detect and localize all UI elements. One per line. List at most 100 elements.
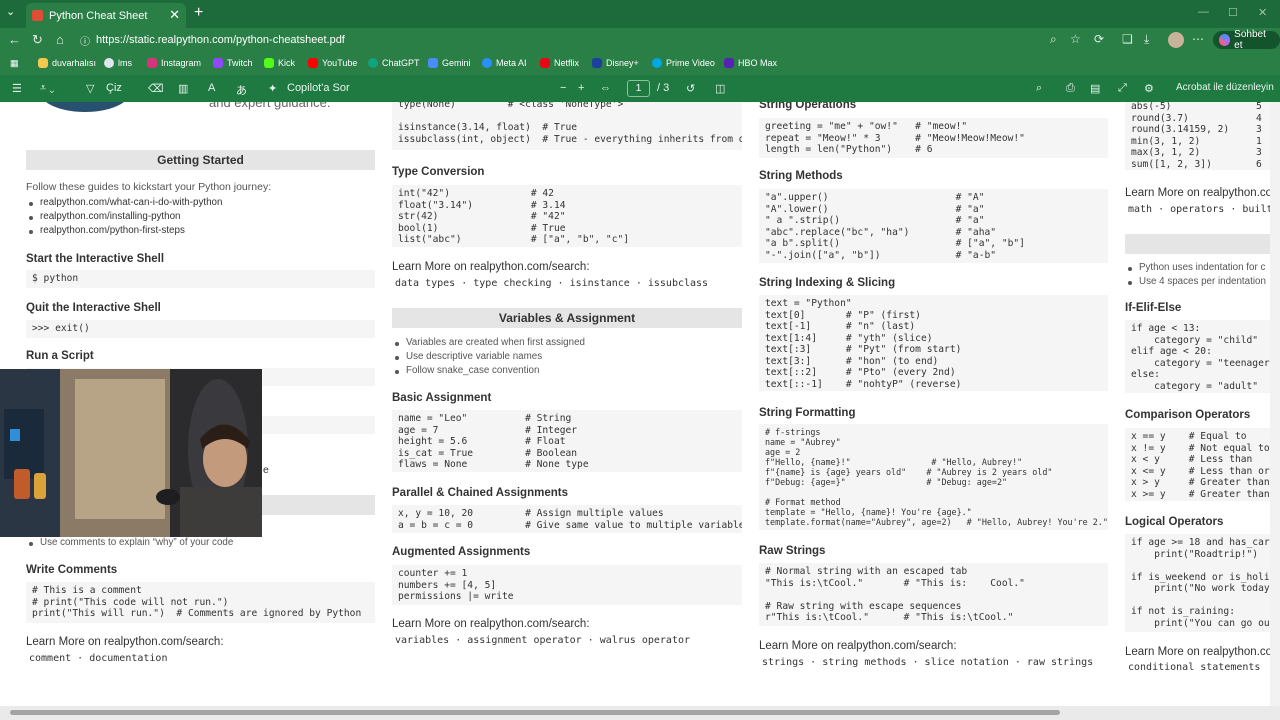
bullet-item: Use 4 spaces per indentation [1125,275,1270,289]
read-aloud-icon[interactable]: A [208,82,215,94]
back-icon[interactable]: ← [8,32,21,47]
bookmark-item[interactable]: Instagram [147,58,201,68]
bookmark-item[interactable]: Netflix [540,58,579,68]
more-icon[interactable]: ⋯ [1192,32,1204,46]
bullet-item: Variables are created when first assigne… [392,336,732,350]
quit-code: >>> exit() [26,320,375,338]
close-tab-icon[interactable]: ✕ [169,7,180,23]
shell-code: $ python [26,270,375,288]
parallel-assignment-heading: Parallel & Chained Assignments [392,487,568,499]
print-icon[interactable]: ⎙ [1066,82,1075,95]
url-field[interactable]: ⓘ https://static.realpython.com/python-c… [80,31,1100,49]
home-icon[interactable]: ⌂ [56,32,64,47]
maximize-button[interactable]: ☐ [1228,6,1238,19]
bullet-item: Use comments to explain “why” of your co… [26,536,366,550]
search-tags: strings · string methods · slice notatio… [762,657,1094,668]
learn-more-label: Learn More on realpython.co [1125,646,1273,658]
zoom-out-button[interactable]: − [560,82,566,94]
variables-bullets: Variables are created when first assigne… [392,336,732,378]
fit-page-icon[interactable]: ⇔ [600,82,611,94]
refresh-icon[interactable]: ↻ [32,32,43,48]
bookmark-folder-icon[interactable]: ▦ [10,58,19,69]
bookmark-icon [104,58,114,68]
menu-icon[interactable]: ☰ [12,82,22,95]
extensions-icon[interactable]: ⟳ [1094,32,1104,46]
webcam-image [0,369,262,537]
bookmark-item[interactable]: ChatGPT [368,58,420,68]
search-tags: conditional statements [1128,662,1261,673]
favorite-icon[interactable]: ☆ [1070,32,1081,46]
type-conversion-heading: Type Conversion [392,166,485,178]
tab-title: Python Cheat Sheet [49,9,148,22]
shell-heading: Start the Interactive Shell [26,253,165,265]
if-elif-else-code: if age < 13: category = "child" elif age… [1125,320,1270,393]
bookmark-item[interactable]: duvarhalısı [38,58,96,68]
bullet-item: Python uses indentation for c [1125,261,1270,275]
bookmark-item[interactable]: lms [104,58,132,68]
copilot-ask-label[interactable]: Copilot'a Sor [287,82,350,94]
hbo-max-icon [724,58,734,68]
search-icon[interactable]: ⌕ [1036,82,1042,95]
quit-heading: Quit the Interactive Shell [26,302,161,314]
copilot-chat-button[interactable]: Sohbet et [1213,29,1280,51]
rotate-icon[interactable]: ↺ [686,82,695,95]
settings-icon[interactable]: ⚙ [1144,82,1154,95]
write-comments-heading: Write Comments [26,564,118,576]
search-tags: variables · assignment operator · walrus… [395,635,691,646]
basic-assignment-heading: Basic Assignment [392,392,492,404]
script-heading: Run a Script [26,350,94,362]
page-view-icon[interactable]: ◫ [715,82,725,95]
guide-link[interactable]: realpython.com/installing-python [26,210,366,224]
bookmark-item[interactable]: Meta AI [482,58,527,68]
draw-icon[interactable]: ▽ [86,82,94,95]
bookmark-item[interactable]: YouTube [308,58,357,68]
url-text: https://static.realpython.com/python-che… [96,34,345,46]
translate-icon[interactable]: あ [236,82,247,98]
bookmark-item[interactable]: Twitch [213,58,253,68]
bookmark-item[interactable]: Prime Video [652,58,715,68]
bookmarks-bar: ▦ duvarhalısı lms Instagram Twitch Kick … [0,52,1280,75]
scroll-thumb[interactable] [10,710,1060,715]
page-number-input[interactable]: 1 [627,80,650,97]
string-slicing-heading: String Indexing & Slicing [759,277,896,289]
avatar[interactable] [1168,32,1184,48]
guide-links: realpython.com/what-can-i-do-with-python… [26,196,366,238]
guide-link[interactable]: realpython.com/python-first-steps [26,224,366,238]
bookmark-item[interactable]: Disney+ [592,58,639,68]
copilot-icon [1219,34,1231,46]
fullscreen-icon[interactable]: ⤢ [1118,82,1127,95]
bookmark-item[interactable]: Kick [264,58,295,68]
tab-python-cheat-sheet[interactable]: Python Cheat Sheet ✕ [26,3,186,28]
horizontal-scrollbar[interactable] [0,706,1280,720]
view-icon[interactable]: ▥ [178,82,188,95]
download-icon[interactable]: ⤓ [1144,32,1149,47]
save-icon[interactable]: ▤ [1090,82,1100,95]
zoom-icon[interactable]: ⌕ [1050,32,1057,47]
info-icon: ⓘ [80,36,90,48]
math-functions-results: 5 4 3 1 3 6 [1256,102,1262,170]
zoom-in-button[interactable]: + [578,82,584,94]
vertical-scrollbar[interactable] [1270,102,1280,706]
indentation-bullets: Python uses indentation for c Use 4 spac… [1125,261,1270,289]
close-window-button[interactable]: ✕ [1258,6,1267,19]
acrobat-edit-button[interactable]: Acrobat ile düzenleyin [1176,82,1274,93]
draw-label[interactable]: Çiz [106,82,122,94]
bookmark-item[interactable]: HBO Max [724,58,777,68]
bookmark-icon [38,58,48,68]
new-tab-button[interactable]: + [194,4,203,22]
highlight-icon[interactable]: ⩡ ⌄ [40,82,54,95]
collections-icon[interactable]: ❏ [1122,32,1133,46]
string-slicing-code: text = "Python" text[0] # "P" (first) te… [759,295,1108,391]
eraser-icon[interactable]: ⌫ [148,82,164,95]
learn-more-label: Learn More on realpython.com/search: [759,640,957,652]
bookmark-item[interactable]: Gemini [428,58,471,68]
string-formatting-code: # f-strings name = "Aubrey" age = 2 f"He… [759,424,1108,530]
netflix-icon [540,58,550,68]
variables-band: Variables & Assignment [392,308,742,328]
minimize-button[interactable]: — [1198,6,1209,18]
logical-operators-heading: Logical Operators [1125,516,1224,528]
copilot-pdf-icon[interactable]: ✦ [268,82,277,95]
guide-link[interactable]: realpython.com/what-can-i-do-with-python [26,196,366,210]
page-total: / 3 [657,82,670,94]
tab-list-icon[interactable]: ⌄ [6,5,15,18]
